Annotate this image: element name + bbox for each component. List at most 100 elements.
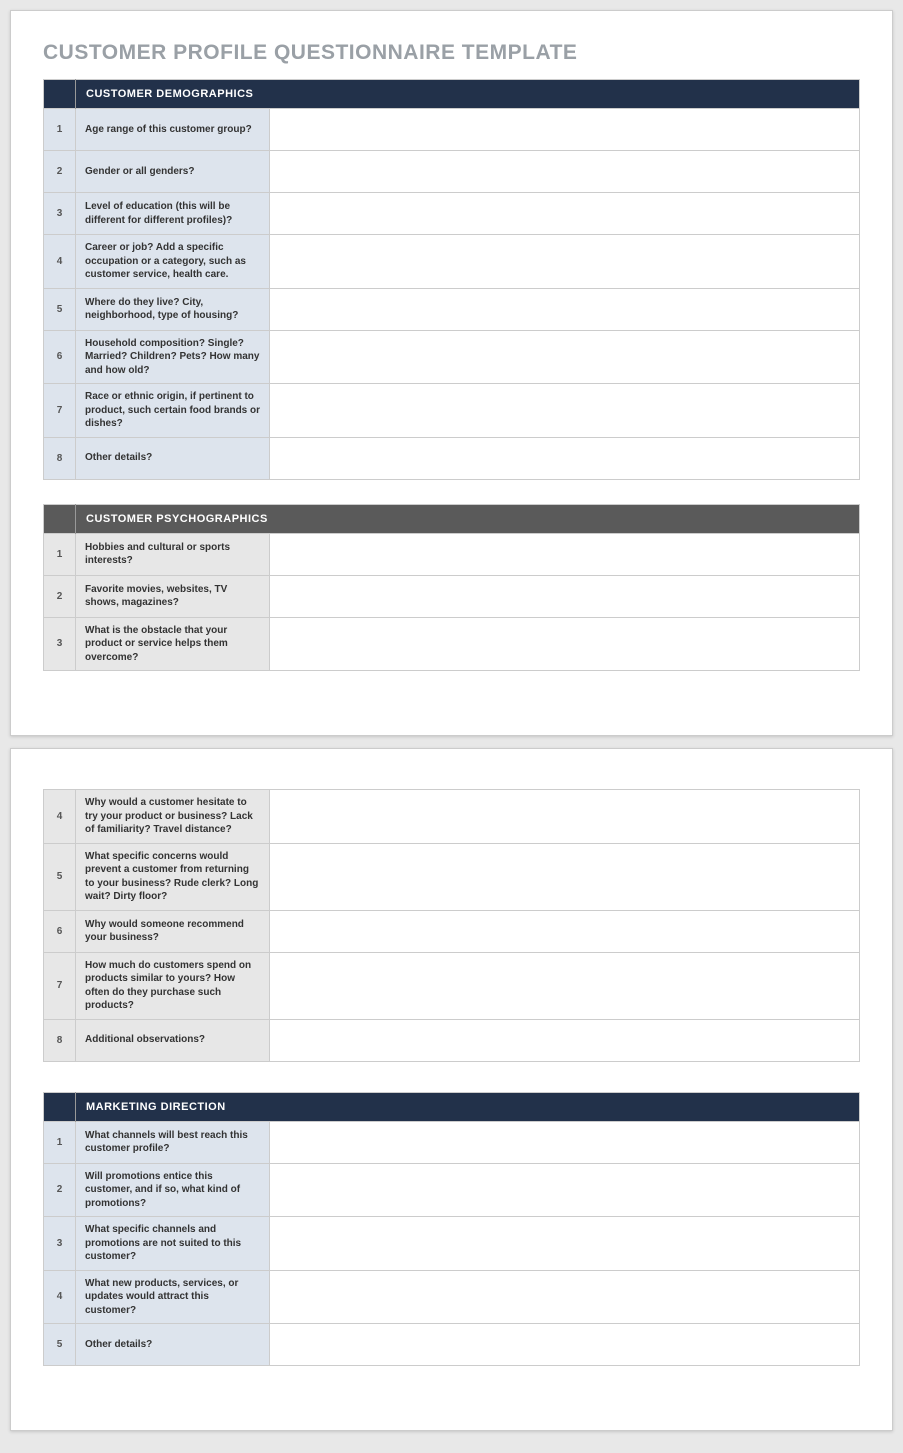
question-text: How much do customers spend on products … (76, 952, 270, 1019)
question-text: Additional observations? (76, 1019, 270, 1061)
question-text: What is the obstacle that your product o… (76, 617, 270, 671)
question-row: 2Gender or all genders? (44, 151, 860, 193)
question-text: What specific concerns would prevent a c… (76, 843, 270, 910)
question-num: 2 (44, 1163, 76, 1217)
section-demographics: CUSTOMER DEMOGRAPHICS 1Age range of this… (43, 79, 860, 480)
answer-cell[interactable] (270, 533, 860, 575)
question-text: Will promotions entice this customer, an… (76, 1163, 270, 1217)
question-row: 1What channels will best reach this cust… (44, 1121, 860, 1163)
question-row: 3What specific channels and promotions a… (44, 1217, 860, 1271)
answer-cell[interactable] (270, 1163, 860, 1217)
question-num: 3 (44, 617, 76, 671)
question-num: 7 (44, 952, 76, 1019)
section-psychographics: CUSTOMER PSYCHOGRAPHICS 1Hobbies and cul… (43, 504, 860, 672)
answer-cell[interactable] (270, 617, 860, 671)
answer-cell[interactable] (270, 1217, 860, 1271)
answer-cell[interactable] (270, 952, 860, 1019)
question-num: 3 (44, 193, 76, 235)
question-row: 1Age range of this customer group? (44, 109, 860, 151)
question-num: 4 (44, 790, 76, 844)
answer-cell[interactable] (270, 575, 860, 617)
answer-cell[interactable] (270, 151, 860, 193)
section-header-num (44, 1092, 76, 1121)
question-num: 8 (44, 437, 76, 479)
section-header-row: CUSTOMER PSYCHOGRAPHICS (44, 504, 860, 533)
question-row: 6Household composition? Single? Married?… (44, 330, 860, 384)
question-num: 4 (44, 1270, 76, 1324)
question-text: Why would someone recommend your busines… (76, 910, 270, 952)
section-psychographics-cont: 4Why would a customer hesitate to try yo… (43, 789, 860, 1062)
question-row: 7Race or ethnic origin, if pertinent to … (44, 384, 860, 438)
question-row: 1Hobbies and cultural or sports interest… (44, 533, 860, 575)
answer-cell[interactable] (270, 1270, 860, 1324)
question-num: 1 (44, 533, 76, 575)
question-row: 6Why would someone recommend your busine… (44, 910, 860, 952)
section-header-label: MARKETING DIRECTION (76, 1092, 860, 1121)
question-text: Other details? (76, 437, 270, 479)
section-header-num (44, 80, 76, 109)
question-num: 6 (44, 330, 76, 384)
question-text: Why would a customer hesitate to try you… (76, 790, 270, 844)
question-text: Other details? (76, 1324, 270, 1366)
question-text: Age range of this customer group? (76, 109, 270, 151)
question-num: 3 (44, 1217, 76, 1271)
section-header-row: MARKETING DIRECTION (44, 1092, 860, 1121)
question-row: 4What new products, services, or updates… (44, 1270, 860, 1324)
answer-cell[interactable] (270, 790, 860, 844)
question-num: 4 (44, 235, 76, 289)
question-num: 1 (44, 109, 76, 151)
question-row: 3Level of education (this will be differ… (44, 193, 860, 235)
answer-cell[interactable] (270, 1121, 860, 1163)
question-text: Household composition? Single? Married? … (76, 330, 270, 384)
answer-cell[interactable] (270, 437, 860, 479)
section-header-label: CUSTOMER DEMOGRAPHICS (76, 80, 860, 109)
question-row: 3What is the obstacle that your product … (44, 617, 860, 671)
question-row: 2Favorite movies, websites, TV shows, ma… (44, 575, 860, 617)
answer-cell[interactable] (270, 1324, 860, 1366)
question-row: 4Career or job? Add a specific occupatio… (44, 235, 860, 289)
answer-cell[interactable] (270, 330, 860, 384)
question-num: 8 (44, 1019, 76, 1061)
answer-cell[interactable] (270, 235, 860, 289)
question-row: 5What specific concerns would prevent a … (44, 843, 860, 910)
question-text: Hobbies and cultural or sports interests… (76, 533, 270, 575)
answer-cell[interactable] (270, 109, 860, 151)
question-text: Favorite movies, websites, TV shows, mag… (76, 575, 270, 617)
page-2: 4Why would a customer hesitate to try yo… (10, 748, 893, 1431)
answer-cell[interactable] (270, 843, 860, 910)
document-title: CUSTOMER PROFILE QUESTIONNAIRE TEMPLATE (43, 41, 860, 65)
question-row: 5Where do they live? City, neighborhood,… (44, 288, 860, 330)
question-row: 7How much do customers spend on products… (44, 952, 860, 1019)
question-num: 2 (44, 151, 76, 193)
section-header-num (44, 504, 76, 533)
question-text: Where do they live? City, neighborhood, … (76, 288, 270, 330)
question-text: What specific channels and promotions ar… (76, 1217, 270, 1271)
question-text: Race or ethnic origin, if pertinent to p… (76, 384, 270, 438)
question-text: What new products, services, or updates … (76, 1270, 270, 1324)
page-1: CUSTOMER PROFILE QUESTIONNAIRE TEMPLATE … (10, 10, 893, 736)
question-row: 5Other details? (44, 1324, 860, 1366)
question-row: 2Will promotions entice this customer, a… (44, 1163, 860, 1217)
answer-cell[interactable] (270, 288, 860, 330)
question-text: Level of education (this will be differe… (76, 193, 270, 235)
question-text: Career or job? Add a specific occupation… (76, 235, 270, 289)
question-row: 4Why would a customer hesitate to try yo… (44, 790, 860, 844)
question-num: 1 (44, 1121, 76, 1163)
question-num: 5 (44, 843, 76, 910)
question-num: 5 (44, 288, 76, 330)
section-marketing: MARKETING DIRECTION 1What channels will … (43, 1092, 860, 1367)
section-header-label: CUSTOMER PSYCHOGRAPHICS (76, 504, 860, 533)
question-row: 8Other details? (44, 437, 860, 479)
answer-cell[interactable] (270, 1019, 860, 1061)
question-row: 8Additional observations? (44, 1019, 860, 1061)
answer-cell[interactable] (270, 384, 860, 438)
section-header-row: CUSTOMER DEMOGRAPHICS (44, 80, 860, 109)
answer-cell[interactable] (270, 193, 860, 235)
question-num: 6 (44, 910, 76, 952)
question-num: 2 (44, 575, 76, 617)
question-text: Gender or all genders? (76, 151, 270, 193)
answer-cell[interactable] (270, 910, 860, 952)
question-num: 7 (44, 384, 76, 438)
question-num: 5 (44, 1324, 76, 1366)
question-text: What channels will best reach this custo… (76, 1121, 270, 1163)
